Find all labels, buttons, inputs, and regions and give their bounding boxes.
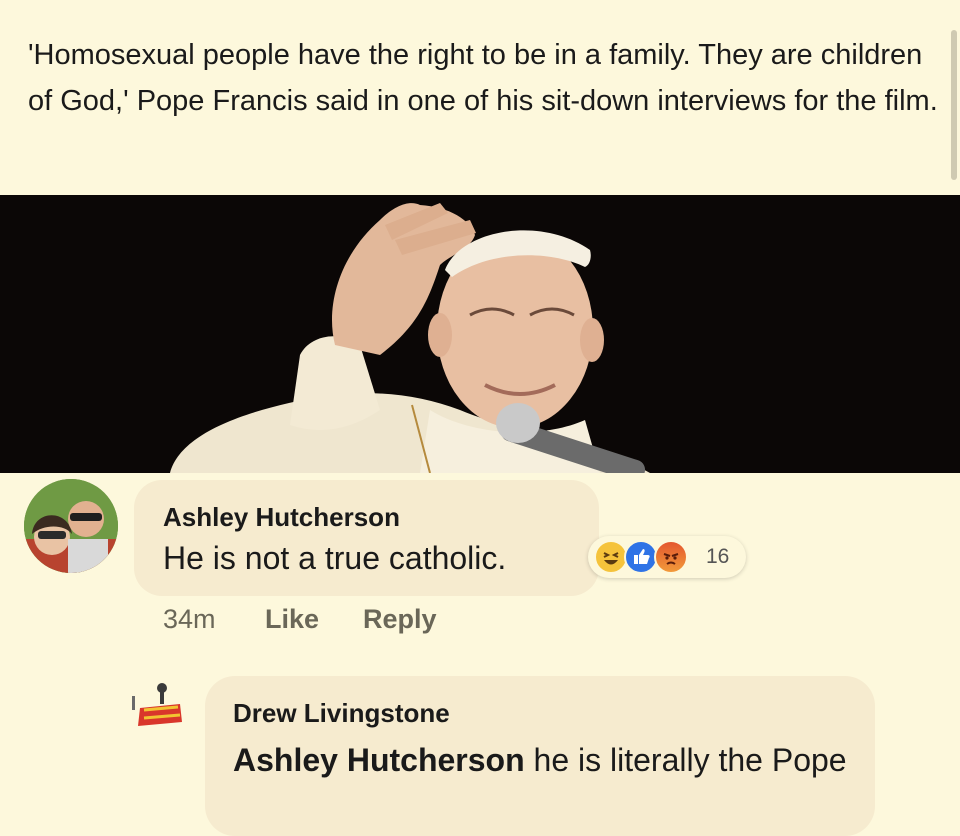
avatar[interactable] xyxy=(24,479,118,573)
post-photo[interactable] xyxy=(0,195,960,473)
reaction-count: 16 xyxy=(706,545,730,568)
comment-bubble xyxy=(134,480,599,596)
reply-button[interactable]: Reply xyxy=(363,604,437,635)
comment-author[interactable]: Ashley Hutcherson xyxy=(163,502,400,533)
comment-timestamp[interactable]: 34m xyxy=(163,604,216,635)
mention-link[interactable]: Ashley Hutcherson xyxy=(233,742,525,778)
comment-text-body: he is literally the Pope xyxy=(524,742,847,778)
comment-author[interactable]: Drew Livingstone xyxy=(233,698,450,729)
haha-icon xyxy=(594,540,628,574)
comment-text: Ashley Hutcherson he is literally the Po… xyxy=(233,736,853,784)
like-icon xyxy=(624,540,658,574)
scrollbar[interactable] xyxy=(951,30,957,180)
post-caption: 'Homosexual people have the right to be … xyxy=(28,39,938,117)
angry-icon xyxy=(654,540,688,574)
reaction-summary[interactable]: 16 xyxy=(588,536,746,578)
avatar[interactable] xyxy=(130,678,190,738)
comment-text: He is not a true catholic. xyxy=(163,540,507,576)
like-button[interactable]: Like xyxy=(265,604,319,635)
